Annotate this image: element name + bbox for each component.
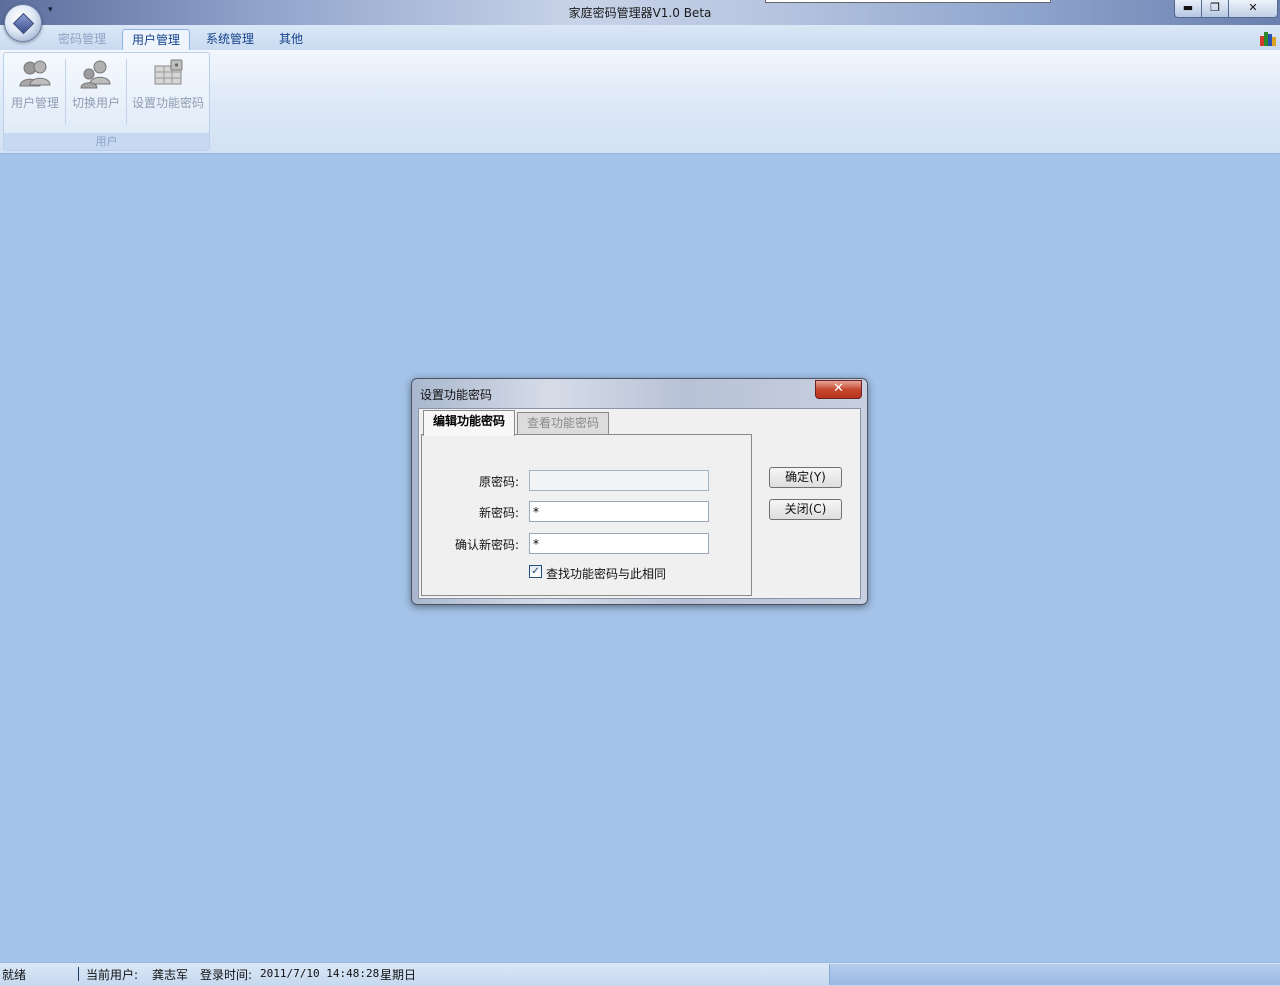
tab-edit-function-password[interactable]: 编辑功能密码 <box>423 410 516 436</box>
ok-button[interactable]: 确定(Y) <box>769 467 842 488</box>
title-bar: 家庭密码管理器V1.0 Beta <box>0 0 1280 25</box>
minimize-button[interactable]: ▬ <box>1174 0 1202 18</box>
top-strip <box>765 0 1051 3</box>
tab-other[interactable]: 其他 <box>270 29 312 51</box>
app-logo-icon <box>12 12 35 35</box>
ribbon-panel: 用户管理 切换用户 设置功能密码 用户 <box>0 50 1280 154</box>
confirm-password-field[interactable] <box>529 533 709 554</box>
close-window-button[interactable]: ✕ <box>1228 0 1278 18</box>
current-user-value: 龚志军 <box>152 968 189 982</box>
same-as-search-password-checkbox[interactable]: ✓ <box>529 565 542 578</box>
quick-access-dropdown-icon[interactable]: ▾ <box>48 5 58 15</box>
tab-panel: 原密码: 新密码: 确认新密码: ✓ 查找功能密码与此相同 <box>421 434 752 596</box>
set-function-password-dialog: 设置功能密码 ✕ 编辑功能密码 查看功能密码 原密码: 新密码: 确认新密码: … <box>411 378 868 605</box>
ribbon-group-user: 用户管理 切换用户 设置功能密码 用户 <box>3 52 210 151</box>
close-button[interactable]: 关闭(C) <box>769 499 842 520</box>
login-time-label: 登录时间: <box>200 968 253 982</box>
status-bar: 就绪 当前用户: 龚志军 登录时间: 2011/7/10 14:48:28 星期… <box>0 962 1280 986</box>
ribbon-tab-bar: 密码管理 用户管理 系统管理 其他 <box>0 25 1280 52</box>
switch-user-icon <box>80 58 112 90</box>
status-ready: 就绪 <box>2 968 27 982</box>
confirm-password-label: 确认新密码: <box>454 538 519 552</box>
dialog-body: 编辑功能密码 查看功能密码 原密码: 新密码: 确认新密码: ✓ 查找功能密码与… <box>418 408 861 599</box>
old-password-field[interactable] <box>529 470 709 491</box>
switch-user-button[interactable]: 切换用户 <box>68 55 124 127</box>
tab-system-management[interactable]: 系统管理 <box>197 29 263 51</box>
set-function-password-label: 设置功能密码 <box>131 96 204 110</box>
tab-user-management[interactable]: 用户管理 <box>122 29 191 52</box>
ribbon-separator <box>126 59 127 125</box>
dialog-title: 设置功能密码 <box>420 388 493 402</box>
users-icon <box>19 58 51 90</box>
new-password-label: 新密码: <box>478 506 519 520</box>
status-left-pane: 就绪 当前用户: 龚志军 登录时间: 2011/7/10 14:48:28 星期… <box>0 963 828 985</box>
application-menu-button[interactable] <box>4 4 42 42</box>
window-title: 家庭密码管理器V1.0 Beta <box>568 6 712 20</box>
same-as-search-password-label: 查找功能密码与此相同 <box>546 567 667 581</box>
login-time-value: 2011/7/10 14:48:28 <box>260 967 380 980</box>
ribbon-separator <box>65 59 66 125</box>
current-user-label: 当前用户: <box>86 968 139 982</box>
old-password-label: 原密码: <box>478 475 519 489</box>
users-online-icon[interactable] <box>1260 30 1276 46</box>
set-function-password-button[interactable]: 设置功能密码 <box>129 55 207 127</box>
tab-view-function-password[interactable]: 查看功能密码 <box>517 412 610 435</box>
set-function-password-icon <box>152 58 184 90</box>
tab-password-management[interactable]: 密码管理 <box>49 29 115 51</box>
status-separator <box>78 967 79 981</box>
ribbon-group-label: 用户 <box>4 133 209 150</box>
new-password-field[interactable] <box>529 501 709 522</box>
status-right-pane <box>829 964 1280 985</box>
user-management-label: 用户管理 <box>10 96 59 110</box>
weekday-value: 星期日 <box>380 968 417 982</box>
restore-button[interactable]: ❐ <box>1201 0 1229 18</box>
dialog-close-button[interactable]: ✕ <box>815 380 862 399</box>
user-management-button[interactable]: 用户管理 <box>7 55 63 127</box>
switch-user-label: 切换用户 <box>71 96 120 110</box>
